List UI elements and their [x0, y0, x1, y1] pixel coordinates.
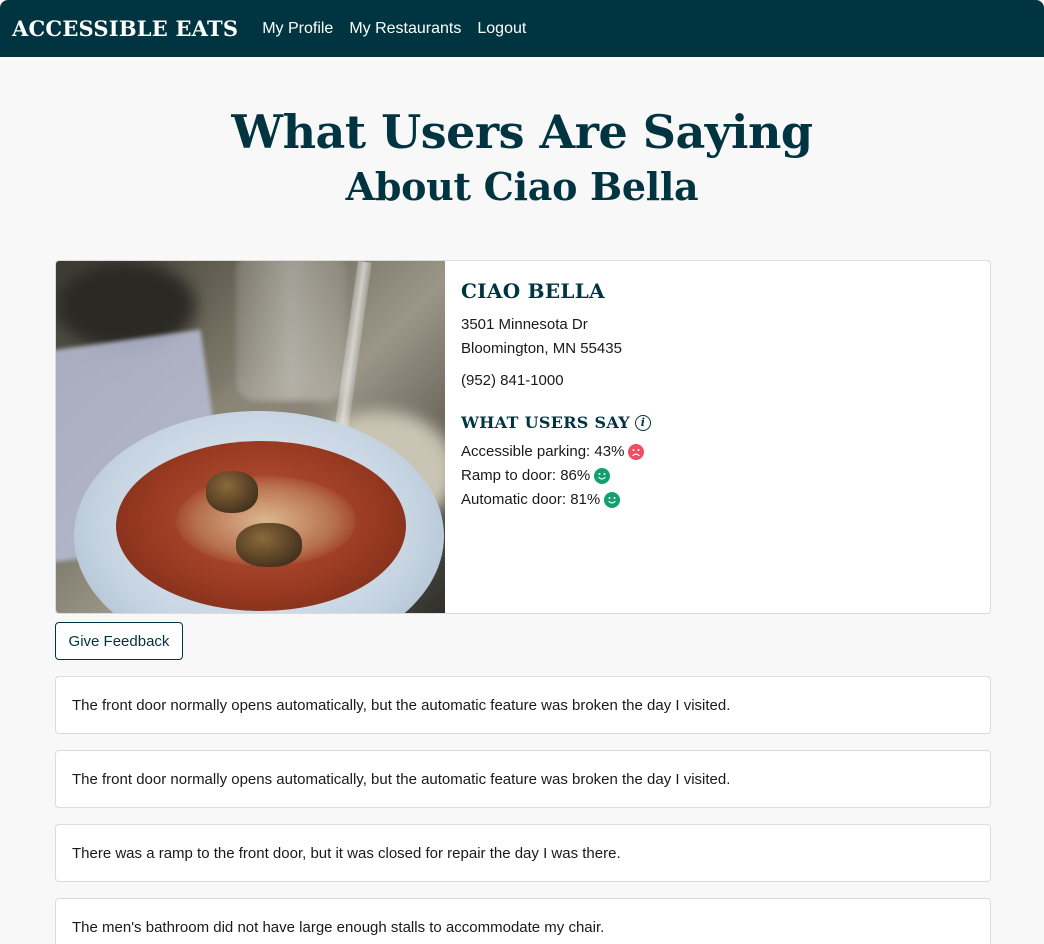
comment-text: The front door normally opens automatica…	[72, 770, 731, 788]
restaurant-phone: (952) 841-1000	[461, 372, 564, 389]
give-feedback-button[interactable]: Give Feedback	[55, 622, 183, 660]
nav-my-restaurants[interactable]: My Restaurants	[349, 20, 461, 38]
page-subtitle: About Ciao Bella	[345, 164, 699, 209]
stat-label: Accessible parking: 43%	[461, 443, 625, 460]
restaurant-info: CIAO BELLA 3501 Minnesota Dr Bloomington…	[445, 261, 990, 613]
stat-label: Ramp to door: 86%	[461, 467, 591, 484]
restaurant-card: CIAO BELLA 3501 Minnesota Dr Bloomington…	[55, 260, 991, 614]
stat-ramp-to-door: Ramp to door: 86%	[461, 464, 974, 488]
what-users-say-label: WHAT USERS SAY	[461, 413, 631, 432]
happy-face-icon	[594, 468, 611, 484]
restaurant-photo	[56, 261, 445, 613]
restaurant-name: CIAO BELLA	[461, 279, 605, 303]
nav-logout[interactable]: Logout	[477, 20, 526, 38]
stat-automatic-door: Automatic door: 81%	[461, 488, 974, 512]
top-navbar: ACCESSIBLE EATS My Profile My Restaurant…	[0, 0, 1044, 57]
comment-text: The front door normally opens automatica…	[72, 696, 731, 714]
comment-card: The men's bathroom did not have large en…	[55, 898, 991, 944]
comment-card: There was a ramp to the front door, but …	[55, 824, 991, 882]
stat-accessible-parking: Accessible parking: 43%	[461, 440, 974, 464]
stat-label: Automatic door: 81%	[461, 491, 601, 508]
address-line-2: Bloomington, MN 55435	[461, 340, 622, 357]
page-title: What Users Are Saying	[231, 105, 813, 159]
comment-text: There was a ramp to the front door, but …	[72, 844, 621, 862]
page-heading: What Users Are Saying About Ciao Bella	[0, 57, 1044, 213]
address-line-1: 3501 Minnesota Dr	[461, 316, 588, 333]
comment-card: The front door normally opens automatica…	[55, 676, 991, 734]
info-icon[interactable]: i	[635, 414, 652, 431]
comment-text: The men's bathroom did not have large en…	[72, 919, 605, 936]
nav-my-profile[interactable]: My Profile	[262, 20, 333, 38]
brand-logo[interactable]: ACCESSIBLE EATS	[12, 16, 238, 41]
sad-face-icon	[628, 444, 645, 460]
comment-card: The front door normally opens automatica…	[55, 750, 991, 808]
happy-face-icon	[604, 492, 621, 508]
what-users-say-heading: WHAT USERS SAY i	[461, 413, 974, 432]
